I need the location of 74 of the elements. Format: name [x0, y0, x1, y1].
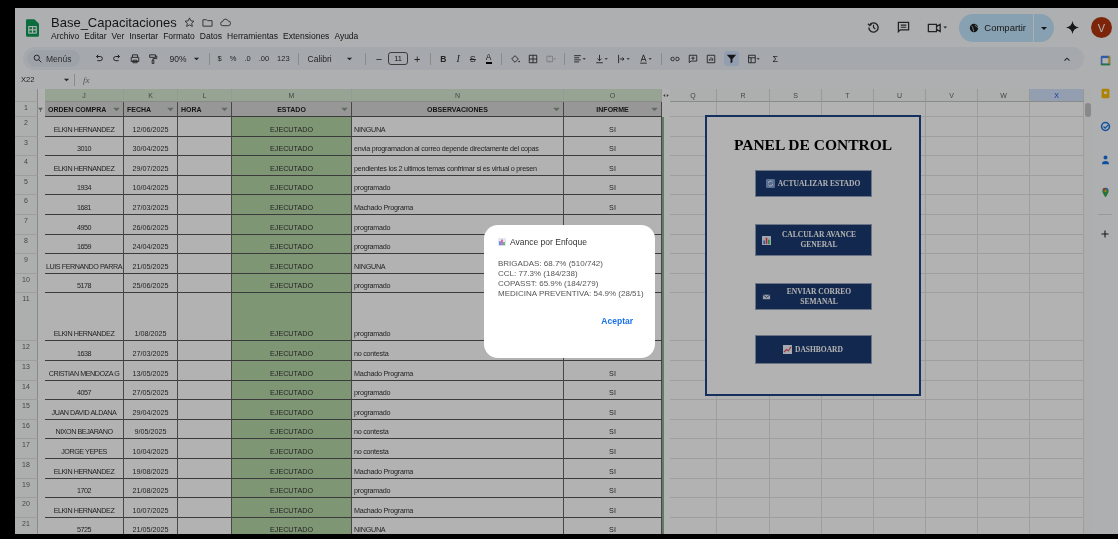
- map-pin-icon[interactable]: [1099, 187, 1111, 198]
- paint-format-icon[interactable]: [147, 53, 158, 64]
- share-button[interactable]: Compartir: [959, 13, 1033, 42]
- bold-button[interactable]: B: [440, 53, 447, 64]
- decrease-font-size-button[interactable]: −: [375, 52, 383, 65]
- bar-chart-icon: [498, 238, 506, 246]
- cloud-icon[interactable]: [219, 16, 231, 28]
- line-chart-icon: [783, 345, 793, 354]
- text-color-button[interactable]: A: [485, 53, 492, 64]
- contacts-icon[interactable]: [1099, 154, 1111, 165]
- italic-button[interactable]: I: [456, 53, 460, 64]
- undo-icon[interactable]: [93, 53, 104, 64]
- caret-icon: [192, 55, 200, 62]
- filter-views-icon[interactable]: [746, 53, 761, 64]
- bar-chart-icon: [761, 235, 771, 245]
- account-avatar[interactable]: V: [1091, 17, 1112, 38]
- search-icon: [33, 54, 42, 63]
- menu-item[interactable]: Archivo: [51, 30, 80, 41]
- insert-chart-icon[interactable]: [705, 53, 716, 64]
- notes-icon[interactable]: [1099, 88, 1111, 99]
- strikethrough-button[interactable]: S: [469, 53, 476, 64]
- hidden-columns-arrows-icon[interactable]: [662, 93, 670, 98]
- panel-title: PANEL DE CONTROL: [733, 136, 893, 154]
- calendar-icon[interactable]: [1099, 55, 1111, 66]
- menu-item[interactable]: Datos: [199, 30, 223, 41]
- filter-dropdown-icon[interactable]: [553, 106, 560, 112]
- filter-dropdown-icon[interactable]: [651, 106, 658, 112]
- filter-dropdown-icon[interactable]: [221, 106, 228, 112]
- menu-item[interactable]: Herramientas: [227, 30, 279, 41]
- refresh-icon: [765, 179, 775, 188]
- accept-button[interactable]: Aceptar: [599, 314, 635, 328]
- menu-item[interactable]: Ayuda: [334, 30, 359, 41]
- star-icon[interactable]: [183, 16, 195, 28]
- caret-icon: [345, 55, 353, 62]
- menu-item[interactable]: Insertar: [129, 30, 159, 41]
- merge-cells-icon[interactable]: [545, 53, 556, 64]
- sparkle-icon[interactable]: [1066, 21, 1079, 34]
- menu-item[interactable]: Formato: [163, 30, 195, 41]
- menu-item[interactable]: Extensiones: [283, 30, 330, 41]
- add-comment-icon[interactable]: [687, 53, 698, 64]
- menu-item[interactable]: Ver: [111, 30, 125, 41]
- caret-icon[interactable]: [63, 76, 70, 83]
- text-rotation-icon[interactable]: [638, 53, 653, 64]
- comment-icon[interactable]: [897, 21, 911, 34]
- filter-dropdown-icon[interactable]: [167, 106, 174, 112]
- menus-search-button[interactable]: Menús: [27, 50, 80, 67]
- share-options-caret-icon[interactable]: [1034, 13, 1054, 42]
- zoom-select[interactable]: 90%: [169, 53, 200, 64]
- borders-icon[interactable]: [527, 53, 538, 64]
- vertical-align-icon[interactable]: [594, 53, 609, 64]
- folder-icon[interactable]: [201, 16, 213, 28]
- align-icon[interactable]: [572, 53, 587, 64]
- select-all-corner[interactable]: [15, 89, 38, 102]
- tasks-icon[interactable]: [1099, 121, 1111, 132]
- filter-dropdown-icon[interactable]: [113, 106, 120, 112]
- document-title[interactable]: Base_Capacitaciones: [51, 14, 177, 30]
- envelope-icon: [761, 292, 771, 301]
- add-icon[interactable]: [1100, 229, 1110, 239]
- increase-font-size-button[interactable]: +: [413, 52, 421, 65]
- filter-icon[interactable]: [723, 51, 739, 66]
- filter-dropdown-icon[interactable]: [341, 106, 348, 112]
- history-icon[interactable]: [867, 21, 881, 34]
- font-select[interactable]: Calibri: [307, 53, 353, 64]
- globe-icon: [969, 22, 980, 33]
- print-icon[interactable]: [129, 53, 140, 64]
- redo-icon[interactable]: [111, 53, 122, 64]
- text-wrap-icon[interactable]: [616, 53, 631, 64]
- formula-icon: fx: [83, 74, 90, 85]
- menu-item[interactable]: Editar: [84, 30, 107, 41]
- video-call-icon[interactable]: [927, 21, 948, 34]
- fill-color-icon[interactable]: [509, 53, 520, 64]
- sheets-logo-icon[interactable]: [26, 18, 39, 37]
- functions-button[interactable]: Σ: [772, 53, 779, 64]
- scrollbar-thumb[interactable]: [1085, 103, 1091, 117]
